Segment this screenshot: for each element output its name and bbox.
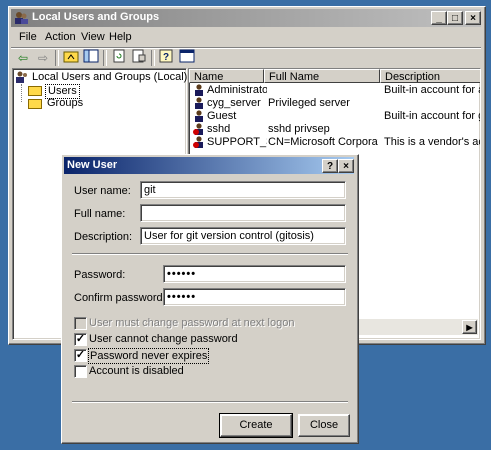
svg-text:?: ? — [163, 52, 169, 63]
cannot-change-password-label[interactable]: User cannot change password — [89, 332, 238, 346]
tree-item-groups[interactable]: Groups — [47, 97, 83, 110]
cell-name: Guest — [207, 110, 237, 122]
column-header-name[interactable]: Name — [189, 69, 264, 83]
tree-root[interactable]: Local Users and Groups (Local) — [32, 71, 187, 84]
cell-name: sshd — [207, 123, 231, 135]
properties-icon[interactable] — [177, 49, 197, 67]
disabled-user-icon — [193, 136, 203, 148]
folder-icon — [28, 86, 42, 96]
toolbar-separator — [151, 50, 155, 66]
cell-description: This is a vendor's account — [384, 136, 480, 148]
dialog-title: New User — [67, 159, 118, 171]
password-input[interactable]: •••••• — [163, 265, 346, 283]
cell-full-name: CN=Microsoft Corporation... — [268, 136, 378, 148]
table-row[interactable]: Guest Built-in account for guest a — [189, 110, 480, 123]
minimize-button[interactable]: _ — [431, 11, 447, 25]
up-folder-icon[interactable] — [61, 49, 81, 67]
password-label: Password: — [74, 269, 126, 281]
user-name-input[interactable]: git — [140, 181, 346, 199]
folder-icon — [28, 99, 42, 109]
cell-full-name: sshd privsep — [268, 123, 330, 135]
export-list-icon[interactable] — [129, 49, 149, 67]
description-label: Description: — [74, 231, 133, 243]
cell-description — [384, 97, 480, 110]
show-tree-icon[interactable] — [81, 49, 101, 67]
cell-name: Administrator — [207, 84, 267, 96]
must-change-password-label: User must change password at next logon — [89, 317, 295, 329]
cell-full-name — [268, 110, 378, 123]
back-arrow-icon[interactable]: ⇦ — [13, 49, 33, 67]
table-row[interactable]: cyg_server Privileged server — [189, 97, 480, 110]
create-button[interactable]: Create — [219, 413, 293, 438]
menu-help[interactable]: Help — [103, 28, 138, 46]
main-title-bar[interactable]: Local Users and Groups _ □ × — [11, 9, 481, 27]
user-name-label: User name: — [74, 185, 131, 197]
password-never-expires-checkbox[interactable]: ✓ — [74, 349, 87, 362]
cell-name: cyg_server — [207, 97, 261, 109]
help-icon[interactable]: ? — [157, 49, 177, 67]
app-icon — [15, 12, 28, 24]
tree-line — [21, 84, 23, 102]
user-icon — [195, 97, 203, 109]
help-button[interactable]: ? — [322, 159, 338, 173]
full-name-input[interactable] — [140, 204, 346, 222]
cell-full-name — [268, 84, 378, 97]
toolbar-separator — [55, 50, 59, 66]
disabled-user-icon — [193, 123, 203, 135]
scroll-right-arrow-icon[interactable]: ▶ — [462, 320, 477, 334]
description-input[interactable]: User for git version control (gitosis) — [140, 227, 346, 245]
computer-users-icon — [16, 71, 27, 83]
forward-arrow-icon[interactable]: ⇨ — [33, 49, 53, 67]
dialog-title-bar[interactable]: New User ? × — [64, 157, 354, 174]
confirm-password-label: Confirm password: — [74, 292, 166, 304]
column-header-full-name[interactable]: Full Name — [264, 69, 380, 83]
table-row[interactable]: sshd sshd privsep — [189, 123, 480, 136]
cell-full-name: Privileged server — [268, 97, 350, 109]
user-icon — [195, 110, 203, 122]
cell-description — [384, 123, 480, 136]
cell-name: SUPPORT_38... — [207, 136, 267, 148]
table-row[interactable]: SUPPORT_38... CN=Microsoft Corporation..… — [189, 136, 480, 149]
table-row[interactable]: Administrator Built-in account for admin… — [189, 84, 480, 97]
cell-description: Built-in account for guest a — [384, 110, 480, 122]
account-disabled-label[interactable]: Account is disabled — [89, 364, 184, 378]
cannot-change-password-checkbox[interactable]: ✓ — [74, 333, 87, 346]
divider — [72, 401, 348, 403]
column-header-description[interactable]: Description — [380, 69, 480, 83]
cell-description: Built-in account for adminis — [384, 84, 480, 96]
toolbar: ⇦ ⇨ ? — [11, 47, 481, 68]
divider — [72, 253, 348, 255]
new-user-dialog: New User ? × User name: git Full name: D… — [61, 154, 359, 444]
full-name-label: Full name: — [74, 208, 126, 220]
confirm-password-input[interactable]: •••••• — [163, 288, 346, 306]
password-never-expires-label[interactable]: Password never expires — [88, 348, 210, 364]
main-window-title: Local Users and Groups — [32, 11, 160, 23]
close-button[interactable]: × — [465, 11, 481, 25]
user-icon — [195, 84, 203, 96]
must-change-password-checkbox — [74, 317, 87, 330]
maximize-button[interactable]: □ — [447, 11, 463, 25]
menu-bar: File Action View Help — [11, 28, 481, 46]
account-disabled-checkbox[interactable] — [74, 365, 87, 378]
close-dialog-button[interactable]: Close — [298, 414, 350, 437]
toolbar-separator — [103, 50, 107, 66]
refresh-icon[interactable] — [109, 49, 129, 67]
dialog-close-button[interactable]: × — [338, 159, 354, 173]
